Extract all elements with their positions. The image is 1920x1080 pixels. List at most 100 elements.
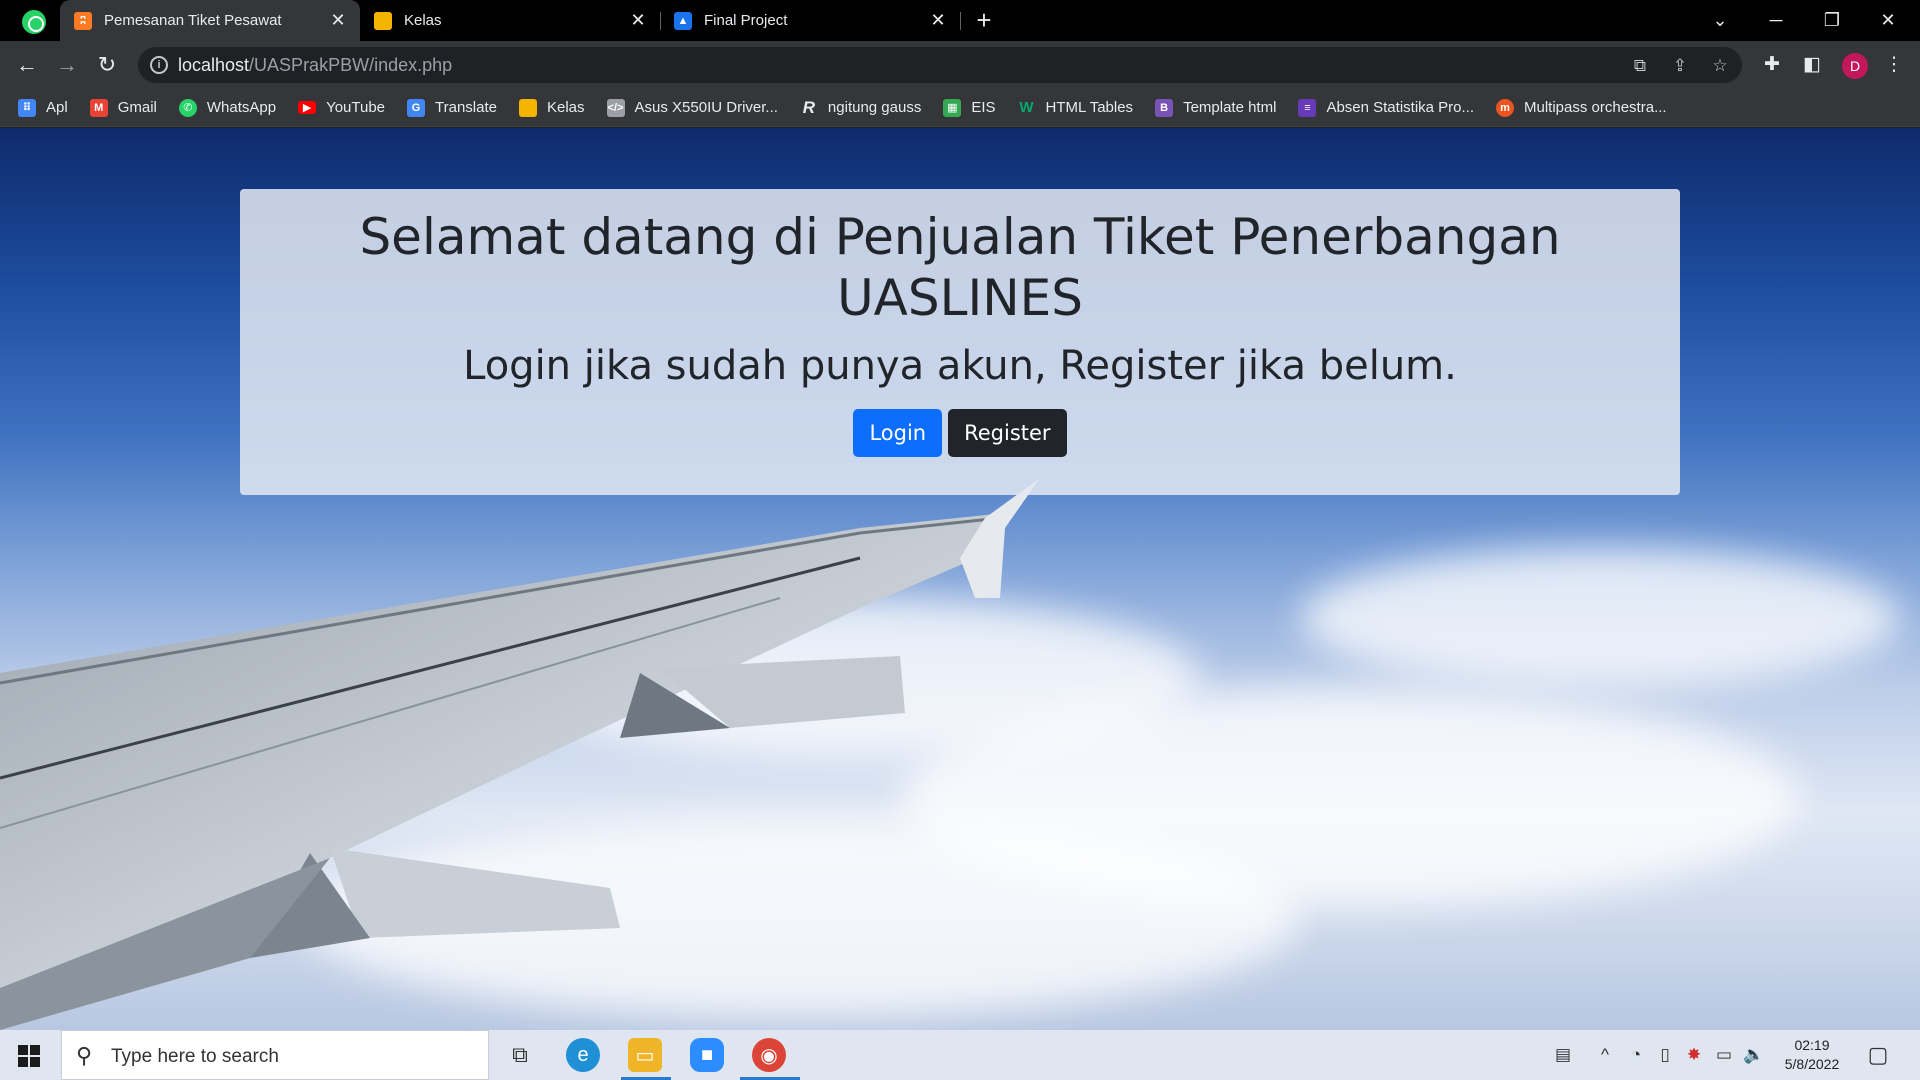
tab-separator bbox=[960, 12, 961, 30]
tab-strip: ʭ Pemesanan Tiket Pesawat ✕ Kelas ✕ ▲ Fi… bbox=[0, 0, 1920, 41]
register-button[interactable]: Register bbox=[948, 409, 1067, 457]
usb-device-icon[interactable]: ▯ bbox=[1654, 1045, 1676, 1065]
close-icon[interactable]: ✕ bbox=[628, 10, 648, 31]
bookmark-label: ngitung gauss bbox=[827, 99, 922, 116]
url-text: localhost/UASPrakPBW/index.php bbox=[178, 55, 452, 76]
menu-kebab-icon[interactable]: ⋮ bbox=[1882, 53, 1906, 77]
bookmark-kelas[interactable]: Kelas bbox=[519, 98, 585, 117]
bookmark-template-html[interactable]: B Template html bbox=[1155, 98, 1277, 117]
back-arrow-icon[interactable]: ← bbox=[11, 49, 43, 81]
profile-avatar[interactable]: D bbox=[1842, 53, 1868, 79]
classroom-icon bbox=[374, 11, 392, 30]
tab-title: Pemesanan Tiket Pesawat bbox=[104, 12, 282, 29]
windows-taskbar: ⚲ Type here to search ⧉ e ▭ ■ ◉ ▤ ^ ◔ ▯ … bbox=[0, 1030, 1920, 1080]
extensions-puzzle-icon[interactable]: ✚ bbox=[1760, 53, 1784, 77]
pinned-whatsapp-tab[interactable] bbox=[22, 10, 46, 34]
site-info-icon[interactable]: i bbox=[150, 56, 168, 74]
antivirus-icon[interactable]: ✸ bbox=[1683, 1045, 1705, 1065]
address-bar[interactable]: i localhost/UASPrakPBW/index.php ⧉ ⇪ ☆ bbox=[138, 47, 1742, 83]
tab-title: Final Project bbox=[704, 12, 788, 29]
apps-grid-icon: ⠿ bbox=[18, 98, 36, 117]
bookmark-label: Apl bbox=[46, 99, 68, 116]
search-placeholder: Type here to search bbox=[111, 1046, 279, 1067]
tab-title: Kelas bbox=[404, 12, 442, 29]
tab-pemesanan-tiket[interactable]: ʭ Pemesanan Tiket Pesawat ✕ bbox=[60, 0, 360, 41]
restore-button[interactable]: ❐ bbox=[1804, 0, 1860, 41]
welcome-jumbotron: Selamat datang di Penjualan Tiket Penerb… bbox=[240, 189, 1680, 495]
zoom-icon[interactable]: ■ bbox=[690, 1038, 724, 1072]
bookmark-label: Multipass orchestra... bbox=[1524, 99, 1667, 116]
page-viewport: Selamat datang di Penjualan Tiket Penerb… bbox=[0, 128, 1920, 1030]
bookmark-star-icon[interactable]: ☆ bbox=[1710, 56, 1730, 76]
bookmark-multipass[interactable]: m Multipass orchestra... bbox=[1496, 98, 1667, 117]
bookmark-eis[interactable]: ▦ EIS bbox=[943, 98, 996, 117]
forms-icon: ≡ bbox=[1298, 98, 1317, 117]
battery-icon[interactable]: ▭ bbox=[1713, 1045, 1735, 1065]
translate-page-icon[interactable]: ⧉ bbox=[1630, 56, 1650, 76]
chrome-icon[interactable]: ◉ bbox=[752, 1038, 786, 1072]
page-title: Selamat datang di Penjualan Tiket Penerb… bbox=[359, 208, 1561, 327]
taskbar-search-input[interactable]: ⚲ Type here to search bbox=[61, 1030, 489, 1080]
bookmark-translate[interactable]: G Translate bbox=[407, 98, 497, 117]
bookmark-label: Template html bbox=[1183, 99, 1277, 116]
xampp-icon: ʭ bbox=[74, 11, 92, 30]
bookmark-html-tables[interactable]: W HTML Tables bbox=[1018, 99, 1133, 117]
network-icon[interactable]: ◔ bbox=[1625, 1045, 1647, 1065]
bookmark-label: Translate bbox=[435, 99, 497, 116]
bookmark-whatsapp[interactable]: ✆ WhatsApp bbox=[178, 98, 277, 117]
new-tab-button[interactable]: + bbox=[970, 6, 998, 34]
tab-kelas[interactable]: Kelas ✕ bbox=[360, 0, 660, 41]
tab-search-chevron-icon[interactable]: ⌄ bbox=[1692, 0, 1748, 41]
bookmark-asus-driver[interactable]: </> Asus X550IU Driver... bbox=[606, 98, 778, 117]
notification-center-icon[interactable]: ▢ bbox=[1867, 1042, 1889, 1068]
bookmark-label: YouTube bbox=[326, 99, 386, 116]
bookmark-label: Kelas bbox=[547, 99, 585, 116]
reload-icon[interactable]: ↻ bbox=[91, 49, 123, 81]
login-button[interactable]: Login bbox=[853, 409, 943, 457]
bookmark-label: EIS bbox=[971, 99, 996, 116]
close-icon[interactable]: ✕ bbox=[928, 10, 948, 31]
browser-toolbar: ← → ↻ i localhost/UASPrakPBW/index.php ⧉… bbox=[0, 41, 1920, 89]
forward-arrow-icon[interactable]: → bbox=[51, 49, 83, 81]
windows-start-icon[interactable] bbox=[18, 1045, 40, 1067]
bookmark-youtube[interactable]: ▶ YouTube bbox=[298, 99, 385, 116]
whatsapp-icon: ✆ bbox=[178, 98, 197, 117]
classroom-assignment-icon: ▲ bbox=[674, 11, 692, 30]
minimize-button[interactable]: ─ bbox=[1748, 0, 1804, 41]
bookmark-absen-statistika[interactable]: ≡ Absen Statistika Pro... bbox=[1298, 98, 1474, 117]
taskbar-clock[interactable]: 02:19 5/8/2022 bbox=[1762, 1036, 1862, 1074]
edge-browser-icon[interactable]: e bbox=[566, 1038, 600, 1072]
multipass-icon: m bbox=[1496, 98, 1515, 117]
gmail-icon: M bbox=[89, 98, 108, 117]
page-subtitle: Login jika sudah punya akun, Register ji… bbox=[463, 343, 1457, 389]
url-path: /UASPrakPBW/index.php bbox=[249, 55, 453, 75]
bookmark-label: Asus X550IU Driver... bbox=[634, 99, 778, 116]
bookmark-apl[interactable]: ⠿ Apl bbox=[18, 98, 68, 117]
task-view-icon[interactable]: ⧉ bbox=[503, 1038, 537, 1072]
clock-date: 5/8/2022 bbox=[1784, 1056, 1840, 1072]
bookmark-label: WhatsApp bbox=[206, 99, 277, 116]
url-host: localhost bbox=[178, 55, 250, 75]
file-explorer-icon[interactable]: ▭ bbox=[628, 1038, 662, 1072]
eis-icon: ▦ bbox=[943, 98, 962, 117]
bookmark-ngitung-gauss[interactable]: Rngitung gauss bbox=[800, 97, 922, 117]
side-panel-icon[interactable]: ◧ bbox=[1800, 53, 1824, 77]
close-window-button[interactable]: ✕ bbox=[1860, 0, 1916, 41]
classroom-icon bbox=[519, 98, 537, 117]
bookmark-gmail[interactable]: M Gmail bbox=[89, 98, 157, 117]
bookmarks-bar: ⠿ Apl M Gmail ✆ WhatsApp ▶ YouTube G Translat… bbox=[0, 89, 1920, 127]
r-logo-icon: R bbox=[802, 97, 816, 117]
bootstrap-icon: B bbox=[1155, 98, 1174, 117]
share-icon[interactable]: ⇪ bbox=[1670, 56, 1690, 76]
bookmark-label: Gmail bbox=[117, 99, 157, 116]
translate-icon: G bbox=[407, 98, 426, 117]
youtube-icon: ▶ bbox=[298, 101, 317, 114]
w3schools-icon: W bbox=[1019, 99, 1034, 116]
search-icon: ⚲ bbox=[76, 1043, 93, 1068]
auth-buttons: Login Register bbox=[240, 409, 1680, 457]
show-hidden-icons-chevron-icon[interactable]: ^ bbox=[1594, 1045, 1616, 1065]
clock-time: 02:19 bbox=[1794, 1037, 1830, 1053]
tab-final-project[interactable]: ▲ Final Project ✕ bbox=[660, 0, 960, 41]
close-icon[interactable]: ✕ bbox=[328, 10, 348, 31]
news-widget-icon[interactable]: ▤ bbox=[1547, 1045, 1579, 1065]
